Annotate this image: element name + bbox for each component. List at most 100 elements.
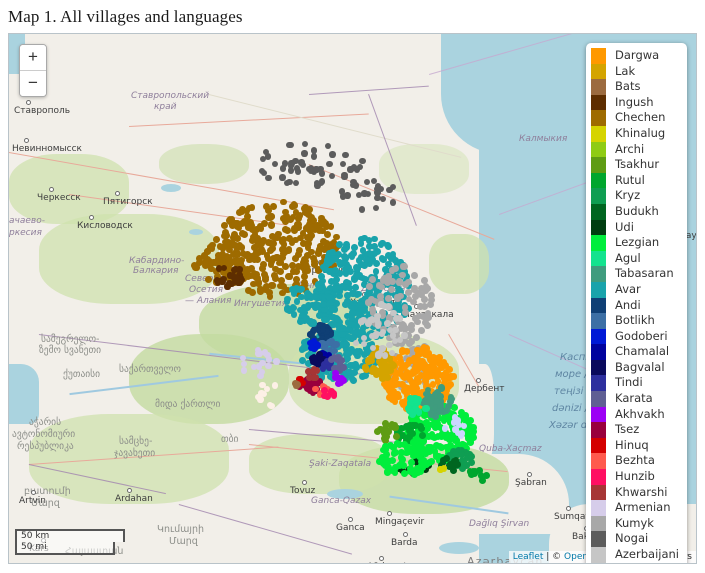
village-point[interactable] bbox=[444, 402, 452, 410]
legend-item-udi[interactable]: Udi bbox=[591, 219, 679, 236]
village-point[interactable] bbox=[433, 366, 441, 374]
village-point[interactable] bbox=[279, 174, 286, 181]
village-point[interactable] bbox=[359, 247, 367, 254]
village-point[interactable] bbox=[248, 236, 256, 244]
village-point[interactable] bbox=[458, 451, 466, 458]
village-point[interactable] bbox=[307, 167, 315, 174]
village-point[interactable] bbox=[409, 379, 417, 387]
village-point[interactable] bbox=[280, 198, 287, 206]
village-point[interactable] bbox=[260, 390, 267, 397]
village-point[interactable] bbox=[390, 199, 397, 206]
village-point[interactable] bbox=[384, 464, 392, 472]
legend-item-chechen[interactable]: Chechen bbox=[591, 110, 679, 126]
village-point[interactable] bbox=[435, 354, 443, 362]
village-point[interactable] bbox=[284, 305, 291, 312]
village-point[interactable] bbox=[358, 206, 366, 213]
legend-item-bezhta[interactable]: Bezhta bbox=[591, 453, 679, 470]
village-point[interactable] bbox=[379, 328, 387, 336]
zoom-in-button[interactable]: + bbox=[20, 45, 46, 71]
village-point[interactable] bbox=[400, 263, 408, 271]
village-point[interactable] bbox=[326, 161, 333, 168]
village-point[interactable] bbox=[366, 282, 373, 290]
village-point[interactable] bbox=[363, 178, 371, 186]
legend-item-azerbaijani[interactable]: Azerbaijani bbox=[591, 547, 679, 563]
village-point[interactable] bbox=[460, 422, 468, 429]
village-point[interactable] bbox=[437, 433, 445, 440]
village-point[interactable] bbox=[301, 272, 309, 280]
village-point[interactable] bbox=[411, 364, 419, 372]
village-point[interactable] bbox=[422, 350, 429, 358]
village-point[interactable] bbox=[458, 408, 466, 416]
village-point[interactable] bbox=[215, 265, 223, 272]
village-point[interactable] bbox=[406, 339, 414, 347]
village-point[interactable] bbox=[305, 292, 313, 300]
village-point[interactable] bbox=[381, 302, 388, 310]
village-point[interactable] bbox=[412, 293, 419, 300]
village-point[interactable] bbox=[248, 221, 255, 229]
village-point[interactable] bbox=[281, 226, 289, 233]
village-point[interactable] bbox=[418, 424, 426, 432]
village-point[interactable] bbox=[399, 431, 407, 439]
village-point[interactable] bbox=[292, 286, 299, 294]
village-point[interactable] bbox=[425, 447, 433, 455]
village-point[interactable] bbox=[415, 408, 423, 416]
village-point[interactable] bbox=[304, 302, 312, 309]
village-point[interactable] bbox=[407, 407, 414, 415]
village-point[interactable] bbox=[369, 275, 376, 283]
village-point[interactable] bbox=[308, 214, 315, 221]
village-point[interactable] bbox=[379, 358, 386, 366]
village-point[interactable] bbox=[299, 356, 306, 364]
village-point[interactable] bbox=[270, 272, 278, 280]
village-point[interactable] bbox=[383, 367, 391, 375]
village-point[interactable] bbox=[352, 361, 359, 368]
village-point[interactable] bbox=[413, 397, 421, 404]
village-point[interactable] bbox=[190, 261, 198, 269]
village-point[interactable] bbox=[231, 219, 239, 227]
village-point[interactable] bbox=[281, 247, 289, 255]
village-point[interactable] bbox=[405, 447, 413, 455]
village-point[interactable] bbox=[422, 282, 430, 290]
legend-item-lezgian[interactable]: Lezgian bbox=[591, 235, 679, 251]
village-point[interactable] bbox=[335, 241, 343, 248]
village-point[interactable] bbox=[429, 380, 437, 388]
village-point[interactable] bbox=[268, 402, 275, 409]
village-point[interactable] bbox=[313, 166, 320, 173]
village-point[interactable] bbox=[372, 259, 380, 267]
village-point[interactable] bbox=[344, 312, 351, 320]
village-point[interactable] bbox=[269, 202, 277, 210]
village-point[interactable] bbox=[400, 470, 408, 477]
village-point[interactable] bbox=[417, 327, 425, 335]
village-point[interactable] bbox=[396, 440, 404, 448]
legend-item-hinuq[interactable]: Hinuq bbox=[591, 437, 679, 454]
village-point[interactable] bbox=[316, 311, 323, 319]
village-point[interactable] bbox=[264, 153, 272, 160]
village-point[interactable] bbox=[447, 373, 455, 381]
village-point[interactable] bbox=[329, 151, 336, 158]
village-point[interactable] bbox=[268, 221, 276, 229]
village-point[interactable] bbox=[385, 384, 393, 392]
village-point[interactable] bbox=[393, 433, 401, 440]
village-point[interactable] bbox=[415, 442, 422, 450]
village-point[interactable] bbox=[418, 450, 426, 458]
map-container[interactable]: Ставропольский край Ставрополь Невинномысск… bbox=[8, 33, 697, 564]
village-point[interactable] bbox=[407, 326, 415, 334]
village-point[interactable] bbox=[393, 315, 400, 322]
village-point[interactable] bbox=[266, 246, 274, 254]
village-point[interactable] bbox=[222, 229, 229, 236]
village-point[interactable] bbox=[374, 312, 381, 320]
village-point[interactable] bbox=[347, 252, 355, 260]
village-point[interactable] bbox=[328, 305, 335, 313]
village-point[interactable] bbox=[331, 354, 339, 361]
leaflet-link[interactable]: Leaflet bbox=[513, 552, 544, 562]
village-point[interactable] bbox=[351, 244, 358, 252]
legend-item-dargwa[interactable]: Dargwa bbox=[591, 48, 679, 64]
legend-item-andi[interactable]: Andi bbox=[591, 297, 679, 314]
village-point[interactable] bbox=[397, 357, 404, 365]
village-point[interactable] bbox=[331, 267, 339, 274]
village-point[interactable] bbox=[262, 283, 270, 291]
legend-item-kumyk[interactable]: Kumyk bbox=[591, 515, 679, 532]
village-point[interactable] bbox=[337, 357, 345, 364]
legend-item-bagvalal[interactable]: Bagvalal bbox=[591, 359, 679, 376]
village-point[interactable] bbox=[412, 422, 419, 429]
village-point[interactable] bbox=[407, 458, 415, 466]
